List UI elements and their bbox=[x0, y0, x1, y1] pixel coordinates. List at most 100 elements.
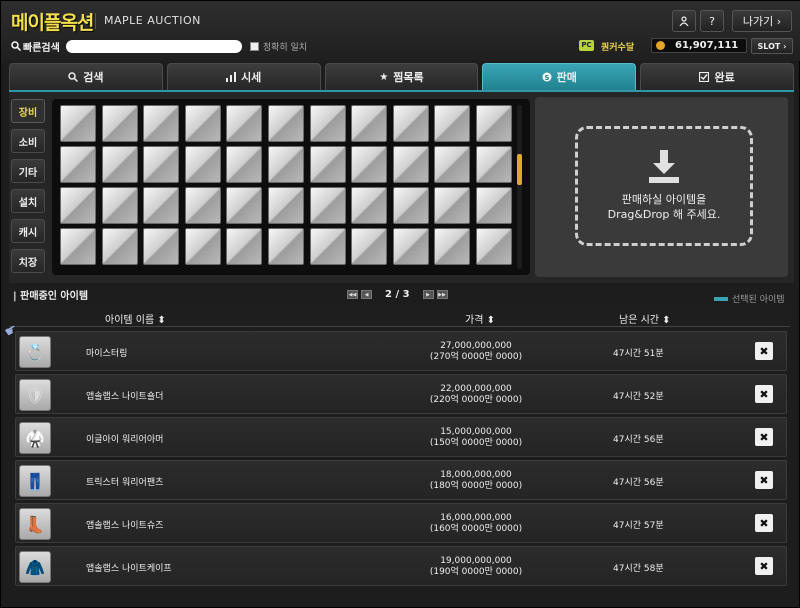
inventory-slot[interactable] bbox=[309, 228, 346, 265]
inventory-slot[interactable] bbox=[309, 146, 346, 183]
exit-button[interactable]: 나가기 › bbox=[732, 10, 792, 32]
inventory-slot[interactable] bbox=[475, 187, 512, 224]
inventory-slot[interactable] bbox=[101, 187, 138, 224]
inventory-slot[interactable] bbox=[60, 228, 96, 265]
table-row[interactable]: 👢 앱솔랩스 나이트슈즈 16,000,000,000 (160억 0000만 000… bbox=[15, 503, 787, 543]
cancel-listing-button[interactable]: ✖ bbox=[755, 342, 773, 360]
item-price-korean: (150억 0000만 0000) bbox=[429, 438, 523, 448]
inventory-slot[interactable] bbox=[143, 105, 180, 142]
inventory-slot[interactable] bbox=[143, 187, 180, 224]
inventory-slot[interactable] bbox=[267, 228, 304, 265]
tab-label: 시세 bbox=[241, 71, 262, 84]
category-etc[interactable]: 기타 bbox=[11, 159, 45, 183]
inventory-slot[interactable] bbox=[267, 105, 304, 142]
slot-button[interactable]: SLOT › bbox=[751, 38, 793, 54]
inventory-slot[interactable] bbox=[101, 228, 138, 265]
inventory-slot[interactable] bbox=[434, 228, 471, 265]
close-icon: ✖ bbox=[759, 516, 769, 530]
inventory-slot[interactable] bbox=[226, 228, 263, 265]
inventory-slot[interactable] bbox=[226, 187, 263, 224]
inventory-slot[interactable] bbox=[392, 105, 429, 142]
inventory-scrollbar[interactable] bbox=[517, 105, 522, 269]
shoes-icon: 👢 bbox=[19, 508, 51, 540]
pants-icon: 👖 bbox=[19, 465, 51, 497]
inventory-slot[interactable] bbox=[392, 146, 429, 183]
category-setup[interactable]: 설치 bbox=[11, 189, 45, 213]
cancel-listing-button[interactable]: ✖ bbox=[755, 557, 773, 575]
inventory-slot[interactable] bbox=[60, 187, 96, 224]
profile-button[interactable] bbox=[672, 10, 696, 32]
tab-label: 완료 bbox=[714, 71, 735, 84]
tab-search[interactable]: 검색 bbox=[9, 63, 163, 90]
inventory-slot[interactable] bbox=[184, 228, 221, 265]
tab-wishlist[interactable]: ★ 찜목록 bbox=[324, 63, 479, 90]
inventory-slot[interactable] bbox=[351, 228, 388, 265]
inventory-slot[interactable] bbox=[351, 105, 388, 142]
inventory-slot[interactable] bbox=[267, 146, 304, 183]
cancel-listing-button[interactable]: ✖ bbox=[755, 514, 773, 532]
table-row[interactable]: 🥋 이글아이 워리어아머 15,000,000,000 (150억 0000만 000… bbox=[15, 417, 787, 457]
column-time-header[interactable]: 남은 시간 ⬍ bbox=[619, 311, 671, 326]
close-icon: ✖ bbox=[759, 430, 769, 444]
item-price-value: 16,000,000,000 bbox=[440, 513, 512, 523]
help-button[interactable]: ? bbox=[700, 10, 724, 32]
inventory-slot[interactable] bbox=[143, 146, 180, 183]
item-price-value: 18,000,000,000 bbox=[440, 470, 512, 480]
inventory-slot[interactable] bbox=[143, 228, 180, 265]
tab-label: 판매 bbox=[556, 71, 577, 84]
table-row[interactable]: 🧥 앱솔랩스 나이트케이프 19,000,000,000 (190억 0000만 00… bbox=[15, 546, 787, 586]
cancel-listing-button[interactable]: ✖ bbox=[755, 385, 773, 403]
inventory-slot[interactable] bbox=[309, 105, 346, 142]
table-row[interactable]: 🛡 앱솔랩스 나이트숄더 22,000,000,000 (220억 0000만 000… bbox=[15, 374, 787, 414]
inventory-slot[interactable] bbox=[184, 146, 221, 183]
category-use[interactable]: 소비 bbox=[11, 129, 45, 153]
inventory-slot[interactable] bbox=[226, 105, 263, 142]
category-cash[interactable]: 캐시 bbox=[11, 219, 45, 243]
inventory-slot[interactable] bbox=[101, 146, 138, 183]
prev-page-button[interactable]: ◀ bbox=[361, 290, 372, 299]
inventory-slot[interactable] bbox=[60, 105, 96, 142]
inventory-slot[interactable] bbox=[434, 105, 471, 142]
next-page-button[interactable]: ▶ bbox=[422, 290, 434, 299]
table-row[interactable]: 👖 트릭스터 워리어팬츠 18,000,000,000 (180억 0000만 000… bbox=[15, 460, 787, 500]
inventory-slot[interactable] bbox=[475, 105, 512, 142]
inventory-slot[interactable] bbox=[60, 146, 96, 183]
column-price-header[interactable]: 가격 ⬍ bbox=[465, 311, 495, 326]
exact-match-checkbox[interactable] bbox=[249, 41, 259, 51]
item-price: 27,000,000,000 (270억 0000만 0000) bbox=[426, 341, 526, 363]
cancel-listing-button[interactable]: ✖ bbox=[755, 471, 773, 489]
inventory-slot[interactable] bbox=[226, 146, 263, 183]
cancel-listing-button[interactable]: ✖ bbox=[755, 428, 773, 446]
top-bar: 메이플옥션 MAPLE AUCTION ? 나가기 › 빠른검색 정확히 일치 … bbox=[1, 1, 800, 61]
cape-icon: 🧥 bbox=[19, 551, 51, 583]
inventory-slot[interactable] bbox=[392, 228, 429, 265]
inventory-slot[interactable] bbox=[475, 146, 512, 183]
inventory-slot[interactable] bbox=[351, 187, 388, 224]
column-name-header[interactable]: 아이템 이름 ⬍ bbox=[105, 311, 166, 326]
inventory-slot[interactable] bbox=[267, 187, 304, 224]
last-page-button[interactable]: ▶▶ bbox=[436, 290, 448, 299]
item-name: 앱솔랩스 나이트케이프 bbox=[86, 564, 172, 574]
tab-complete[interactable]: 완료 bbox=[640, 63, 794, 90]
inventory-slot[interactable] bbox=[309, 187, 346, 224]
inventory-slot[interactable] bbox=[351, 146, 388, 183]
category-decor[interactable]: 치장 bbox=[11, 249, 45, 273]
item-price-korean: (160억 0000만 0000) bbox=[429, 524, 523, 534]
inventory-scroll-thumb[interactable] bbox=[517, 154, 522, 185]
inventory-slot[interactable] bbox=[184, 187, 221, 224]
inventory-slot[interactable] bbox=[184, 105, 221, 142]
category-equip[interactable]: 장비 bbox=[11, 99, 45, 123]
main-tabs: 검색 시세 ★ 찜목록 S 판매 완료 bbox=[9, 63, 794, 90]
inventory-slot[interactable] bbox=[434, 187, 471, 224]
inventory-slot[interactable] bbox=[475, 228, 512, 265]
inventory-slot[interactable] bbox=[392, 187, 429, 224]
tab-sell[interactable]: S 판매 bbox=[482, 63, 637, 90]
inventory-slot[interactable] bbox=[101, 105, 138, 142]
drop-zone[interactable]: 판매하실 아이템을 Drag&Drop 해 주세요. bbox=[575, 126, 753, 246]
table-row[interactable]: 💍 마이스터링 27,000,000,000 (270억 0000만 0000) 47시… bbox=[15, 331, 787, 371]
inventory-slot[interactable] bbox=[434, 146, 471, 183]
search-input[interactable] bbox=[65, 39, 242, 53]
item-price-value: 22,000,000,000 bbox=[440, 384, 512, 394]
tab-price[interactable]: 시세 bbox=[166, 63, 321, 90]
first-page-button[interactable]: ◀◀ bbox=[347, 290, 358, 299]
